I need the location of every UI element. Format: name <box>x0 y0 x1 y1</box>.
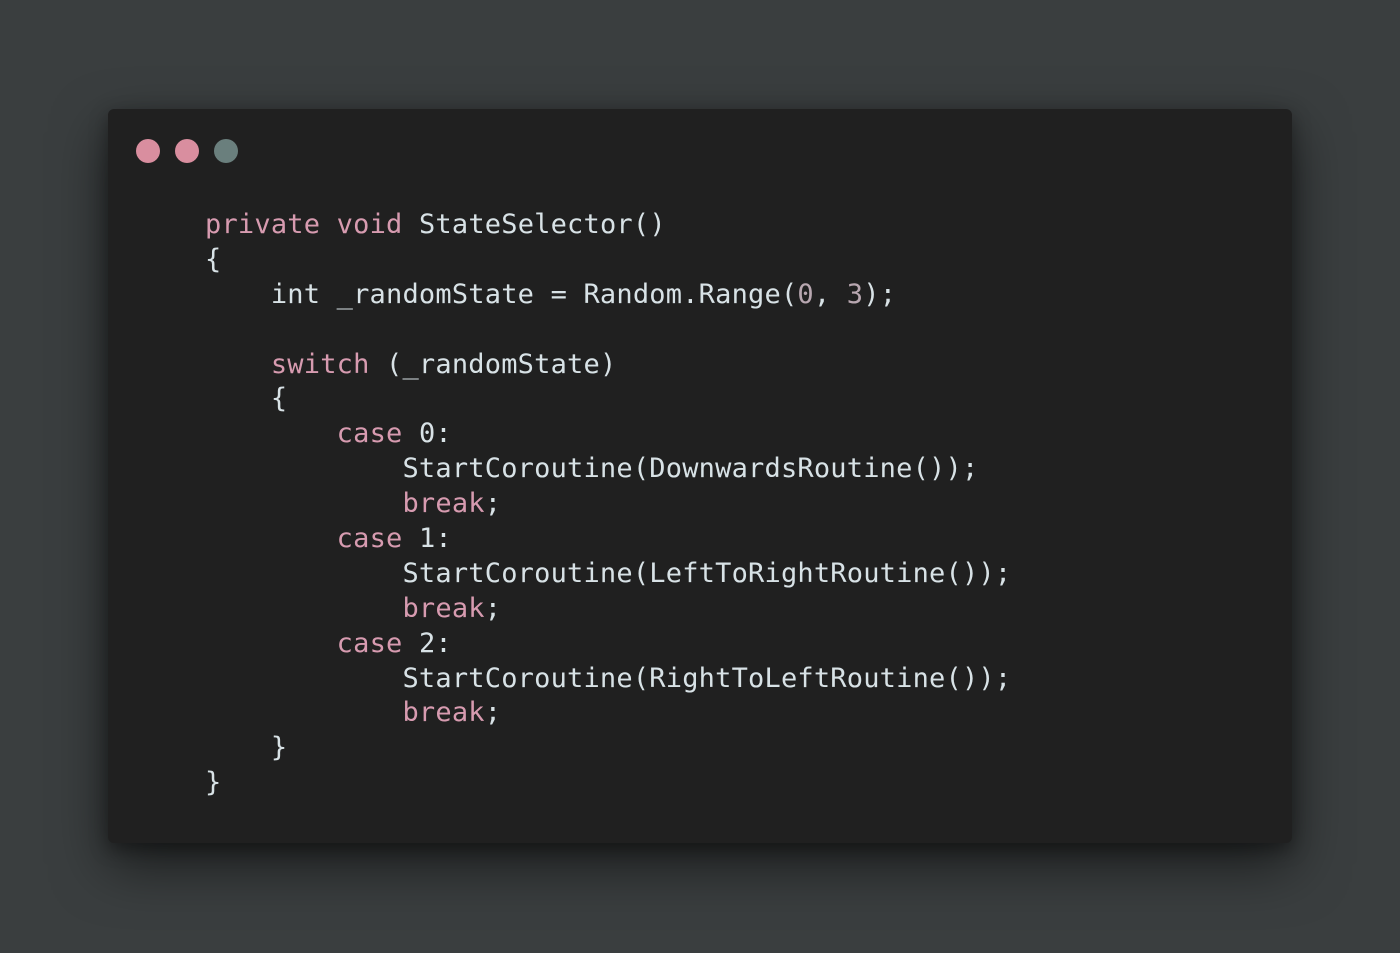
window-controls <box>136 139 238 163</box>
code-text: ; <box>484 697 502 729</box>
close-button[interactable] <box>136 139 160 163</box>
code-line: break; <box>205 487 1011 522</box>
code-text: 1: <box>402 523 452 555</box>
code-line: StartCoroutine(RightToLeftRoutine()); <box>205 662 1011 697</box>
code-keyword: case <box>336 418 403 450</box>
code-text: StartCoroutine(DownwardsRoutine()); <box>205 453 979 485</box>
code-text: } <box>205 732 288 764</box>
code-text: StateSelector() <box>402 209 666 240</box>
code-line: StartCoroutine(LeftToRightRoutine()); <box>205 557 1011 592</box>
code-text: } <box>205 767 222 799</box>
code-line: switch (_randomState) <box>205 348 1011 383</box>
code-keyword: void <box>336 209 403 240</box>
minimize-button[interactable] <box>175 139 199 163</box>
code-keyword: break <box>402 697 485 729</box>
code-line: case 0: <box>205 417 1011 452</box>
code-line: break; <box>205 592 1011 627</box>
code-line: { <box>205 243 1011 278</box>
code-keyword: private <box>205 209 321 240</box>
code-text: StartCoroutine(LeftToRightRoutine()); <box>205 557 1012 589</box>
code-line: case 2: <box>205 627 1011 662</box>
code-text: int _randomState = Random.Range( <box>205 278 798 310</box>
code-text: ; <box>484 592 502 624</box>
code-line: StartCoroutine(DownwardsRoutine()); <box>205 452 1011 487</box>
code-number: 3 <box>846 278 864 310</box>
code-line: int _randomState = Random.Range(0, 3); <box>205 278 1011 313</box>
code-keyword: break <box>402 592 485 624</box>
code-keyword: switch <box>270 348 370 380</box>
code-text: StartCoroutine(RightToLeftRoutine()); <box>205 662 1012 694</box>
code-keyword: case <box>336 523 403 555</box>
code-block: private void StateSelector(){ int _rando… <box>205 208 1011 801</box>
code-text: 0: <box>402 418 452 450</box>
code-text: ; <box>484 488 502 520</box>
code-line: } <box>205 731 1011 766</box>
code-line: private void StateSelector() <box>205 208 1011 243</box>
code-line: { <box>205 382 1011 417</box>
code-keyword: break <box>402 488 485 520</box>
code-text: , <box>813 278 847 310</box>
code-text: (_randomState) <box>369 348 617 380</box>
code-window: private void StateSelector(){ int _rando… <box>108 109 1292 843</box>
code-line: case 1: <box>205 522 1011 557</box>
code-number: 0 <box>797 278 814 310</box>
code-keyword: case <box>336 627 403 659</box>
code-text: { <box>205 243 222 275</box>
code-text: 2: <box>402 627 452 659</box>
code-text: { <box>205 383 288 415</box>
code-text: ); <box>863 278 897 310</box>
code-line: break; <box>205 696 1011 731</box>
zoom-button[interactable] <box>214 139 238 163</box>
code-line: } <box>205 766 1011 801</box>
